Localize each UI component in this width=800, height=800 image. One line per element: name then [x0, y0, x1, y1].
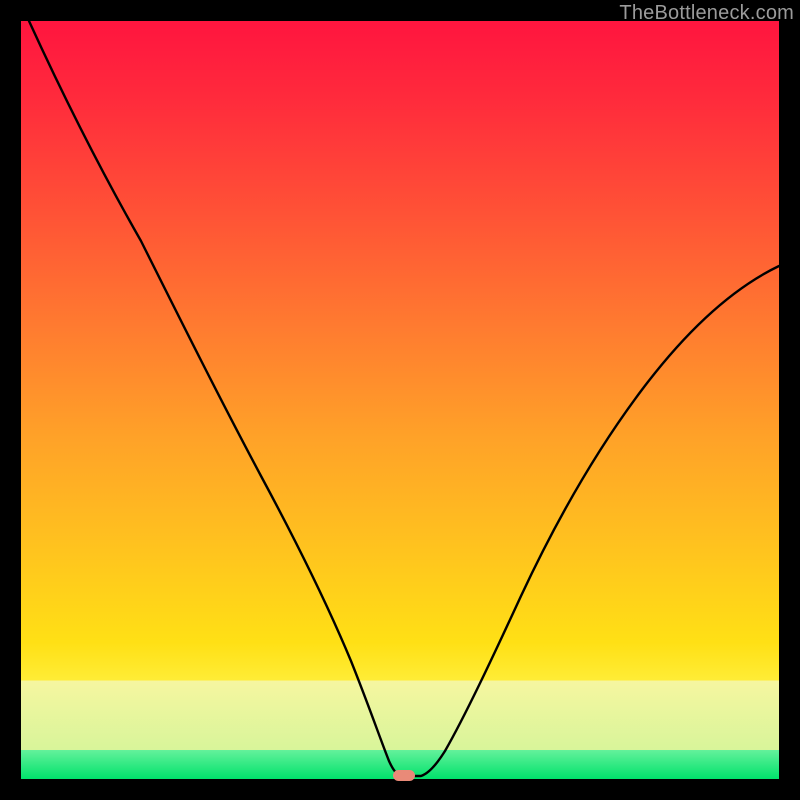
chart-frame: TheBottleneck.com — [0, 0, 800, 800]
plot-area — [21, 21, 779, 779]
bottleneck-curve — [29, 21, 779, 776]
watermark: TheBottleneck.com — [619, 2, 794, 25]
curve-svg — [21, 21, 779, 779]
min-marker — [393, 770, 415, 781]
